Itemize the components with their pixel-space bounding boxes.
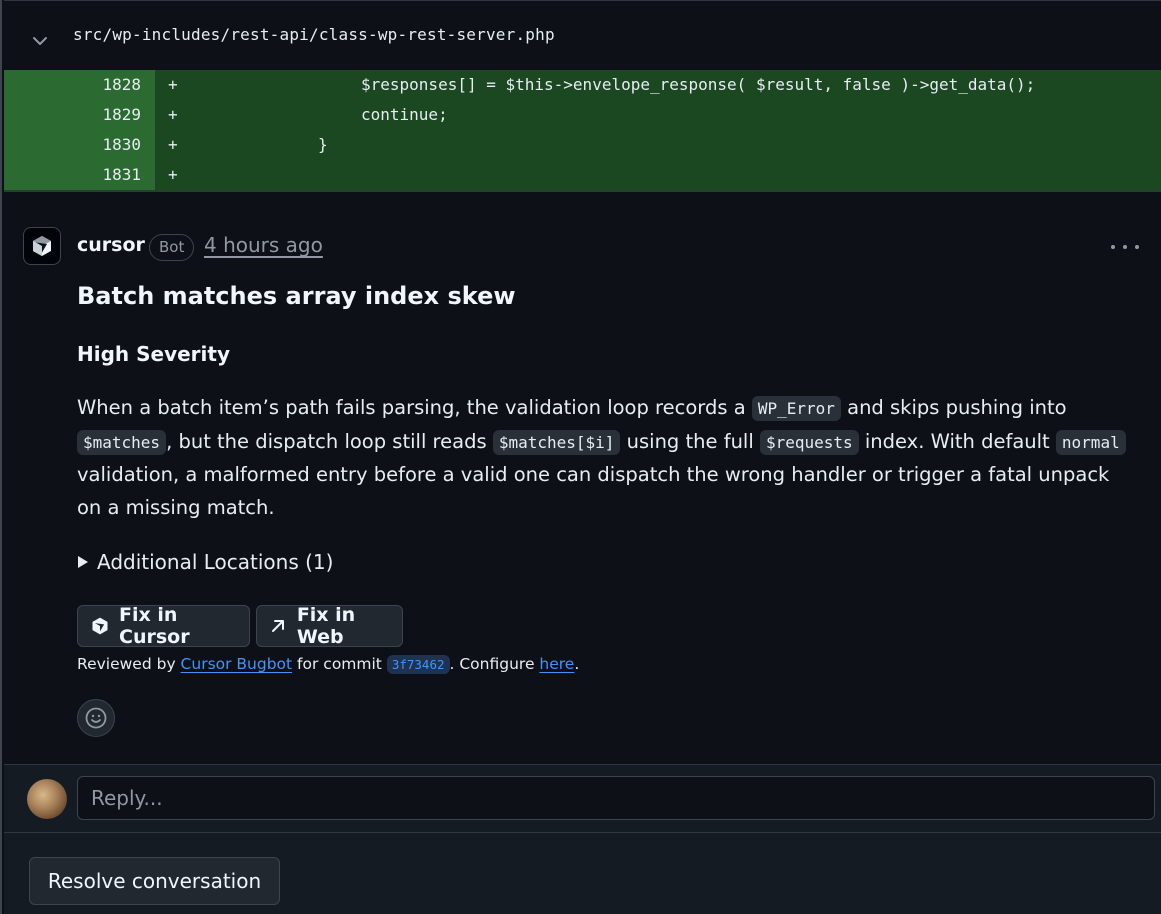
line-number[interactable]: 1829: [4, 100, 155, 130]
diff-sign: +: [168, 165, 178, 184]
inline-code: $matches[$i]: [492, 429, 621, 455]
comment-body: When a batch item’s path fails parsing, …: [77, 392, 1137, 524]
resolve-area: Resolve conversation: [4, 833, 1161, 914]
diff-line: 1831 +: [4, 160, 1161, 190]
inline-code: $matches: [77, 429, 167, 455]
review-thread: src/wp-includes/rest-api/class-wp-rest-s…: [0, 0, 1161, 914]
diff-code: $responses[] = $this->envelope_response(…: [361, 75, 1036, 94]
more-options-icon[interactable]: [1111, 240, 1139, 254]
commit-sha[interactable]: 3f73462: [386, 655, 450, 674]
diff-hunk: 1828 + $responses[] = $this->envelope_re…: [4, 70, 1161, 192]
disclosure-triangle-icon: [78, 556, 88, 568]
diff-line: 1829 + continue;: [4, 100, 1161, 130]
diff-code: }: [318, 135, 328, 154]
configure-link[interactable]: here: [539, 655, 574, 673]
diff-sign: +: [168, 135, 178, 154]
reviewed-by-note: Reviewed by Cursor Bugbot for commit 3f7…: [77, 655, 580, 674]
cursor-logo-icon: [90, 616, 110, 636]
arrow-up-right-icon: [269, 616, 288, 636]
resolve-conversation-button[interactable]: Resolve conversation: [29, 857, 280, 905]
comment-timestamp[interactable]: 4 hours ago: [204, 233, 323, 257]
reply-input[interactable]: Reply...: [77, 776, 1155, 820]
diff-sign: +: [168, 105, 178, 124]
line-number[interactable]: 1830: [4, 130, 155, 160]
additional-locations-label: Additional Locations (1): [97, 550, 334, 574]
add-reaction-button[interactable]: [77, 699, 115, 737]
inline-code: $requests: [759, 429, 859, 455]
comment-author[interactable]: cursor: [77, 234, 145, 256]
file-header: src/wp-includes/rest-api/class-wp-rest-s…: [4, 0, 1161, 72]
review-comment: cursor Bot 4 hours ago Batch matches arr…: [4, 192, 1161, 764]
bugbot-link[interactable]: Cursor Bugbot: [181, 655, 293, 673]
severity-label: High Severity: [77, 342, 230, 366]
diff-line: 1828 + $responses[] = $this->envelope_re…: [4, 70, 1161, 100]
fix-in-web-button[interactable]: Fix in Web: [256, 604, 403, 648]
diff-line: 1830 + }: [4, 130, 1161, 160]
avatar[interactable]: [27, 779, 67, 819]
reply-row: Reply...: [4, 764, 1161, 833]
comment-title: Batch matches array index skew: [77, 282, 516, 310]
diff-sign: +: [168, 75, 178, 94]
bot-badge: Bot: [149, 234, 195, 261]
diff-code: continue;: [361, 105, 448, 124]
inline-code: normal: [1055, 429, 1126, 455]
smiley-icon: [85, 707, 107, 729]
file-path[interactable]: src/wp-includes/rest-api/class-wp-rest-s…: [73, 25, 555, 44]
fix-in-cursor-button[interactable]: Fix in Cursor: [77, 604, 250, 648]
inline-code: WP_Error: [751, 396, 841, 421]
chevron-down-icon[interactable]: [30, 31, 50, 51]
line-number[interactable]: 1828: [4, 70, 155, 100]
additional-locations-toggle[interactable]: Additional Locations (1): [77, 550, 333, 574]
line-number[interactable]: 1831: [4, 160, 155, 190]
cursor-logo-icon[interactable]: [23, 227, 61, 265]
